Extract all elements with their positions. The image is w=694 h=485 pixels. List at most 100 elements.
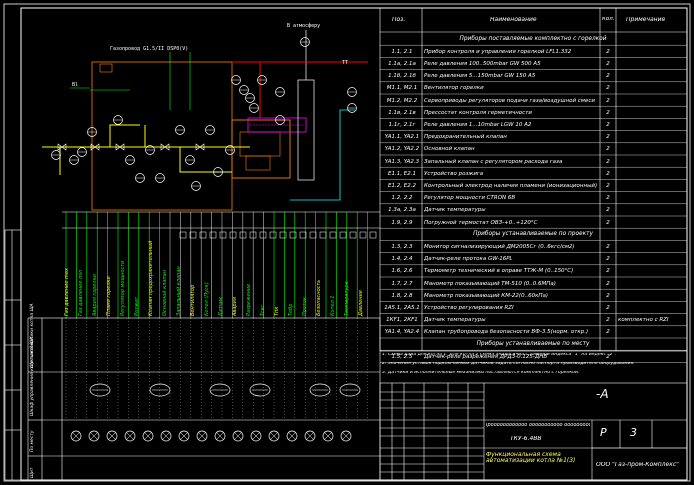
instrument-circle <box>245 93 255 103</box>
column-label: Газ давление min <box>78 269 84 316</box>
table-cell-name: Сервоприводы регуляторов подачи газа/воз… <box>424 97 595 104</box>
terminal-box <box>179 231 187 239</box>
table-cell-qty: 2 <box>606 292 610 299</box>
table-cell-pos: 1А5.1, 2А5.1 <box>384 304 420 311</box>
table-cell-name: Запальный клапан с регулятором расхода г… <box>424 158 563 165</box>
column-label: Котел (Пуск) <box>204 282 210 316</box>
table-cell-qty: 2 <box>606 85 610 92</box>
return-water-line <box>290 109 355 201</box>
table-cell-qty: 2 <box>606 219 610 226</box>
table-cell-pos: 1.6, 2.6 <box>391 268 413 275</box>
instrument-circle <box>239 85 249 95</box>
column-label: Котел 1 <box>330 295 336 316</box>
row-label: Шкаф управления котельной ШК <box>30 336 35 416</box>
table-cell-name: Датчик температуры <box>424 317 486 324</box>
table-cell-note: комплектно с RZI <box>618 317 669 324</box>
signal-lamp <box>196 430 208 442</box>
table-cell-pos: 1.1а, 2.1а <box>388 60 416 67</box>
table-cell-name: Монитор сигнализирующий ДМ2005Сг (0..6кг… <box>424 243 575 250</box>
table-cell-qty: 2 <box>606 195 610 202</box>
column-label: Разрежение <box>246 283 252 316</box>
column-label: Тпк <box>274 306 280 316</box>
table-cell-qty: 2 <box>606 317 610 324</box>
doc-title-line2: ТКУ-6.4ВВ <box>510 436 542 442</box>
terminal-box <box>289 231 297 239</box>
relay-symbol <box>309 383 331 397</box>
table-cell-pos: 1.1в, 2.1в <box>388 109 416 116</box>
signal-matrix <box>27 317 381 481</box>
table-cell-name: Прибор контроля и управления горелкой LF… <box>424 48 572 55</box>
table-section-title: Приборы устанавливаемые по месту <box>476 341 590 347</box>
table-cell-pos: 1.3а, 2.3а <box>388 207 416 214</box>
table-cell-name: Клапан трубопровода безопасности ВФ-3.5(… <box>424 329 589 336</box>
column-label: Датчик <box>218 296 224 316</box>
signal-lamp <box>160 430 172 442</box>
relay-symbol <box>249 383 271 397</box>
table-cell-qty: 2 <box>606 121 610 128</box>
table-cell-qty: 2 <box>606 134 610 141</box>
chimney-label: В атмосферу <box>287 23 320 29</box>
column-label: Вентилятор <box>190 284 196 316</box>
table-cell-pos: YA1.1, YA2.1 <box>384 134 420 141</box>
column-label: Основной клапан <box>162 269 168 316</box>
table-cell-name: Погружной термостат ОВЗ-+0..+120°С <box>424 219 538 226</box>
spec-table-rows <box>380 45 687 363</box>
signal-lamp <box>250 430 262 442</box>
func-scheme-title: Функциональная схема автоматизации котла… <box>486 452 576 464</box>
signal-lamp <box>268 430 280 442</box>
table-cell-name: Вентилятор горелки <box>424 85 484 92</box>
table-cell-name: Устройство розжига <box>424 170 484 177</box>
instrument-circle <box>257 75 267 85</box>
table-cell-qty: 2 <box>606 268 610 275</box>
table-cell-pos: YA1.3, YA2.3 <box>384 158 420 165</box>
instrument-circle <box>249 103 259 113</box>
col-header-qty: Кол. <box>602 17 615 22</box>
column-label: Температура <box>344 281 350 316</box>
table-cell-name: Предохранительный клапан <box>424 134 507 141</box>
gas-label: Газопровод G1.5/II DSP0(V) <box>110 46 188 52</box>
table-cell-pos: М1.1, М2.1 <box>386 85 418 92</box>
instrument-circle <box>175 125 185 135</box>
column-label: Авария <box>232 297 238 316</box>
instrument-symbols <box>51 37 357 191</box>
table-cell-qty: 2 <box>606 256 610 263</box>
column-label: Запальный клапан <box>176 266 182 316</box>
signal-lamp <box>214 430 226 442</box>
column-label: Газ давление max <box>64 268 70 316</box>
instrument-circle <box>135 173 145 183</box>
row-label: Щит <box>30 467 35 478</box>
table-cell-pos: 1.1г, 2.1г <box>388 121 416 128</box>
table-cell-qty: 2 <box>606 158 610 165</box>
column-label: Тгвс <box>260 304 266 316</box>
terminal-box <box>359 231 367 239</box>
table-section-title: Приборы поставляемые комплектно с горелк… <box>459 36 607 42</box>
table-cell-pos: 1.3, 2.3 <box>391 243 413 250</box>
column-label: Пламя горелки <box>106 276 112 316</box>
signal-lamp <box>124 430 136 442</box>
signal-lamp <box>340 430 352 442</box>
table-cell-pos: E1.2, E2.2 <box>388 182 416 189</box>
table-cell-name: Прессостат контроля герметичности <box>424 109 532 116</box>
table-cell-pos: 1КF1, 2КF1 <box>386 317 418 324</box>
terminal-box <box>329 231 337 239</box>
sheet-prefix: Р <box>600 427 607 438</box>
terminal-box <box>349 231 357 239</box>
instrument-circle <box>155 173 165 183</box>
instrument-circle <box>347 87 357 97</box>
table-cell-qty: 2 <box>606 207 610 214</box>
table-cell-name: Реле давления 5...150mbar GW 150 A5 <box>424 73 536 80</box>
signal-lines <box>70 52 191 110</box>
signal-lamp <box>142 430 154 442</box>
table-cell-name: Основной клапан <box>424 146 475 153</box>
column-label: Регулятор мощности <box>120 260 126 316</box>
doc-title-line1: Ӏрӧӧӧӧӧӧӧӧӧӧӧӧ ӧӧӧӧӧӧӧӧӧӧӧ ӧӧӧӧӧӧӧӧӧ <box>486 423 590 428</box>
table-cell-pos: 1.1б, 2.1б <box>388 73 416 80</box>
instrument-circle <box>185 155 195 165</box>
instrument-circle <box>113 115 123 125</box>
signal-lamp <box>322 430 334 442</box>
table-cell-qty: 2 <box>606 170 610 177</box>
row-label: По месту <box>30 430 35 453</box>
signal-lamp <box>88 430 100 442</box>
column-label: Клапан предохранительный <box>148 240 154 316</box>
table-section-title: Приборы устанавливаемые по проекту <box>473 231 593 238</box>
